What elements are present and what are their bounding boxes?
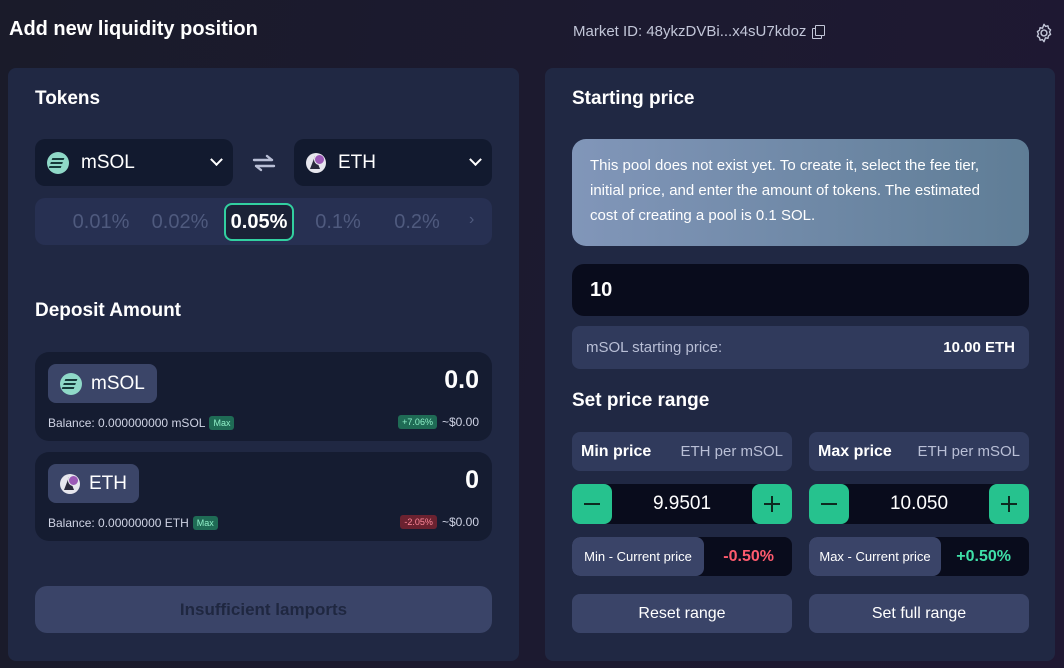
max-price-input[interactable]: 10.050 xyxy=(849,484,989,524)
max-button[interactable]: Max xyxy=(192,516,218,530)
chevron-right-icon[interactable]: › xyxy=(469,211,474,229)
tokens-heading: Tokens xyxy=(35,88,101,109)
price-change-badge: -2.05% xyxy=(400,515,437,529)
eth-icon xyxy=(306,152,326,173)
fee-tier-option[interactable]: 0.1% xyxy=(303,203,373,241)
market-id-text: Market ID: 48ykzDVBi...x4sU7kdoz xyxy=(573,23,807,40)
deposit-token-label: mSOL xyxy=(91,372,145,394)
token-a-label: mSOL xyxy=(81,151,135,173)
msol-icon xyxy=(47,151,69,174)
gear-icon[interactable] xyxy=(1033,22,1055,44)
deposit-amount-input[interactable]: 0.0 xyxy=(279,366,479,395)
set-full-range-button[interactable]: Set full range xyxy=(809,594,1029,633)
starting-price-row: mSOL starting price: 10.00 ETH xyxy=(572,326,1029,369)
msol-icon xyxy=(60,372,82,395)
reset-range-button[interactable]: Reset range xyxy=(572,594,792,633)
balance-text: Balance: 0.000000000 mSOL xyxy=(48,416,206,430)
pool-notice: This pool does not exist yet. To create … xyxy=(572,139,1029,246)
min-price-input[interactable]: 9.9501 xyxy=(612,484,752,524)
starting-price-input[interactable]: 10 xyxy=(572,264,1029,316)
max-button[interactable]: Max xyxy=(209,416,235,430)
fee-tier-option[interactable]: 0.01% xyxy=(66,203,136,241)
token-b-label: ETH xyxy=(338,151,376,173)
market-id: Market ID: 48ykzDVBi...x4sU7kdoz xyxy=(573,23,826,40)
usd-value: +7.06% ~$0.00 xyxy=(398,415,479,429)
max-price-stepper: 10.050 xyxy=(809,484,1029,524)
min-price-unit: ETH per mSOL xyxy=(680,443,783,460)
token-b-select[interactable]: ETH xyxy=(294,139,492,186)
balance: Balance: 0.000000000 mSOL Max xyxy=(48,416,235,430)
eth-icon xyxy=(60,473,80,494)
max-price-unit: ETH per mSOL xyxy=(917,443,1020,460)
chevron-down-icon xyxy=(469,153,482,167)
fee-tier-option-selected[interactable]: 0.05% xyxy=(224,203,294,241)
deposit-card-msol: mSOL 0.0 Balance: 0.000000000 mSOL Max +… xyxy=(35,352,492,441)
price-range-heading: Set price range xyxy=(572,390,710,411)
plus-button[interactable] xyxy=(752,484,792,524)
deposit-token-msol[interactable]: mSOL xyxy=(48,364,157,403)
max-current-value: +0.50% xyxy=(956,547,1011,565)
usd-text: ~$0.00 xyxy=(441,515,479,529)
max-current-label: Max - Current price xyxy=(809,537,941,576)
balance: Balance: 0.00000000 ETH Max xyxy=(48,516,218,530)
fee-tier-selector: 0.01% 0.02% 0.05% 0.1% 0.2% › xyxy=(35,198,492,245)
deposit-heading: Deposit Amount xyxy=(35,300,182,321)
starting-price-heading: Starting price xyxy=(572,88,695,109)
usd-value: -2.05% ~$0.00 xyxy=(400,515,479,529)
fee-tier-option[interactable]: 0.02% xyxy=(145,203,215,241)
min-current-label: Min - Current price xyxy=(572,537,704,576)
page-title: Add new liquidity position xyxy=(9,18,258,40)
chevron-down-icon xyxy=(210,153,223,167)
deposit-token-label: ETH xyxy=(89,472,127,494)
starting-price-value: 10.00 ETH xyxy=(943,339,1015,356)
tokens-panel: Tokens mSOL ETH 0.01% 0.02% 0.05% 0.1% 0… xyxy=(8,68,519,661)
balance-text: Balance: 0.00000000 ETH xyxy=(48,516,189,530)
token-a-select[interactable]: mSOL xyxy=(35,139,233,186)
min-price-header: Min price ETH per mSOL xyxy=(572,432,792,471)
insufficient-lamports-button[interactable]: Insufficient lamports xyxy=(35,586,492,633)
deposit-amount-input[interactable]: 0 xyxy=(279,466,479,495)
deposit-token-eth[interactable]: ETH xyxy=(48,464,139,503)
starting-price-panel: Starting price This pool does not exist … xyxy=(545,68,1055,661)
min-price-title: Min price xyxy=(581,442,652,460)
max-price-header: Max price ETH per mSOL xyxy=(809,432,1029,471)
usd-text: ~$0.00 xyxy=(441,415,479,429)
max-current-price: Max - Current price +0.50% xyxy=(809,537,1029,576)
minus-button[interactable] xyxy=(809,484,849,524)
minus-button[interactable] xyxy=(572,484,612,524)
plus-button[interactable] xyxy=(989,484,1029,524)
deposit-card-eth: ETH 0 Balance: 0.00000000 ETH Max -2.05%… xyxy=(35,452,492,541)
max-price-title: Max price xyxy=(818,442,892,460)
starting-price-label: mSOL starting price: xyxy=(586,339,723,356)
min-price-stepper: 9.9501 xyxy=(572,484,792,524)
swap-icon[interactable] xyxy=(251,153,277,173)
price-change-badge: +7.06% xyxy=(398,415,437,429)
copy-icon[interactable] xyxy=(812,25,826,39)
fee-tier-option[interactable]: 0.2% xyxy=(382,203,452,241)
min-current-value: -0.50% xyxy=(723,547,774,565)
min-current-price: Min - Current price -0.50% xyxy=(572,537,792,576)
